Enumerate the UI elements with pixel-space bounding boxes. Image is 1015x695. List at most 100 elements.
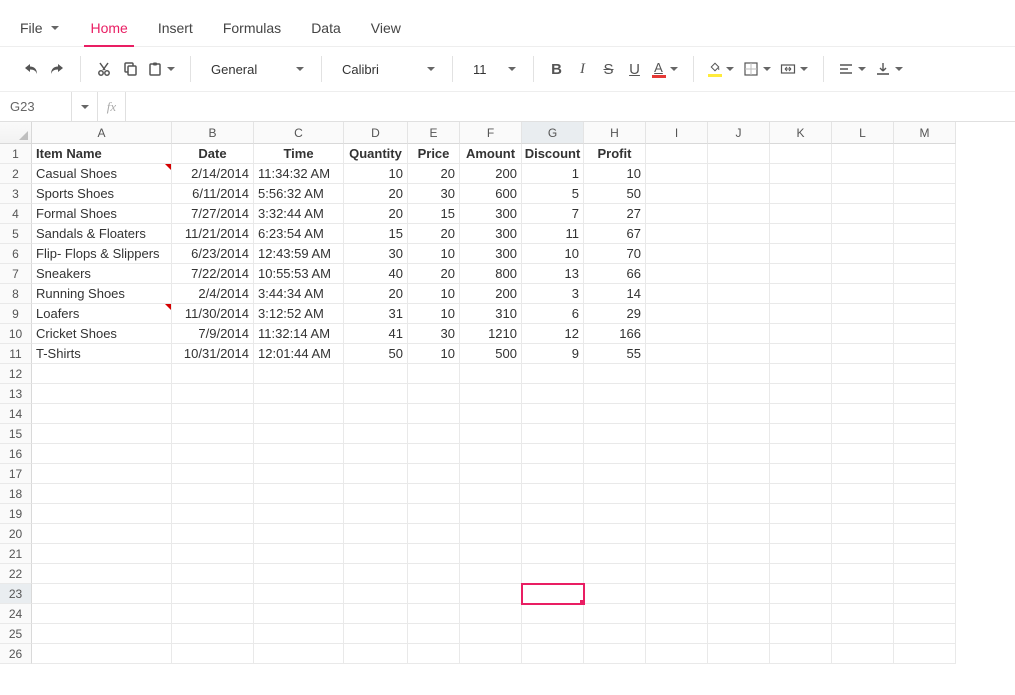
cell[interactable] bbox=[254, 404, 344, 424]
cell[interactable] bbox=[832, 444, 894, 464]
cell[interactable] bbox=[832, 524, 894, 544]
cell[interactable]: 10 bbox=[408, 244, 460, 264]
cell[interactable] bbox=[408, 564, 460, 584]
menu-insert[interactable]: Insert bbox=[156, 14, 195, 46]
cell[interactable] bbox=[894, 604, 956, 624]
cell[interactable] bbox=[894, 264, 956, 284]
cell[interactable] bbox=[646, 264, 708, 284]
cell[interactable] bbox=[770, 284, 832, 304]
cell[interactable] bbox=[408, 444, 460, 464]
cell[interactable] bbox=[770, 304, 832, 324]
number-format-select[interactable]: General bbox=[201, 55, 311, 83]
formula-input[interactable] bbox=[126, 92, 1015, 121]
cell[interactable]: Sports Shoes bbox=[32, 184, 172, 204]
cell[interactable] bbox=[832, 264, 894, 284]
cell[interactable] bbox=[646, 184, 708, 204]
cell[interactable] bbox=[460, 404, 522, 424]
cell[interactable] bbox=[584, 444, 646, 464]
cell[interactable] bbox=[172, 644, 254, 664]
cell[interactable] bbox=[584, 464, 646, 484]
h-align-button[interactable] bbox=[834, 55, 871, 83]
cell[interactable] bbox=[254, 424, 344, 444]
cell[interactable] bbox=[254, 564, 344, 584]
row-header-7[interactable]: 7 bbox=[0, 264, 32, 284]
cell[interactable] bbox=[460, 444, 522, 464]
row-header-9[interactable]: 9 bbox=[0, 304, 32, 324]
cell[interactable] bbox=[344, 524, 408, 544]
cell[interactable] bbox=[646, 444, 708, 464]
cell[interactable] bbox=[646, 384, 708, 404]
cell[interactable] bbox=[254, 504, 344, 524]
select-all-corner[interactable] bbox=[0, 122, 32, 144]
cell[interactable] bbox=[408, 404, 460, 424]
cell[interactable] bbox=[646, 604, 708, 624]
cell[interactable] bbox=[770, 264, 832, 284]
cell[interactable] bbox=[708, 464, 770, 484]
cell[interactable]: 12:01:44 AM bbox=[254, 344, 344, 364]
menu-view[interactable]: View bbox=[369, 14, 403, 46]
paste-button[interactable] bbox=[143, 55, 180, 83]
cell[interactable]: 20 bbox=[344, 284, 408, 304]
cell[interactable] bbox=[344, 644, 408, 664]
row-header-3[interactable]: 3 bbox=[0, 184, 32, 204]
cell[interactable] bbox=[32, 564, 172, 584]
font-color-button[interactable]: A bbox=[648, 55, 683, 83]
cell[interactable] bbox=[344, 364, 408, 384]
cell[interactable]: Item Name bbox=[32, 144, 172, 164]
cell[interactable] bbox=[460, 584, 522, 604]
menu-data[interactable]: Data bbox=[309, 14, 343, 46]
row-header-23[interactable]: 23 bbox=[0, 584, 32, 604]
row-header-22[interactable]: 22 bbox=[0, 564, 32, 584]
cell[interactable] bbox=[708, 344, 770, 364]
row-header-5[interactable]: 5 bbox=[0, 224, 32, 244]
cell[interactable] bbox=[894, 564, 956, 584]
cell[interactable] bbox=[32, 584, 172, 604]
cell[interactable] bbox=[522, 604, 584, 624]
cell[interactable] bbox=[172, 584, 254, 604]
cell[interactable] bbox=[832, 404, 894, 424]
cell[interactable] bbox=[460, 644, 522, 664]
cell[interactable]: Profit bbox=[584, 144, 646, 164]
cell[interactable]: 9 bbox=[522, 344, 584, 364]
cell[interactable] bbox=[460, 604, 522, 624]
cell[interactable]: 27 bbox=[584, 204, 646, 224]
cell[interactable] bbox=[344, 584, 408, 604]
row-header-14[interactable]: 14 bbox=[0, 404, 32, 424]
column-header-I[interactable]: I bbox=[646, 122, 708, 144]
cell[interactable] bbox=[708, 484, 770, 504]
cell[interactable] bbox=[460, 624, 522, 644]
cell[interactable] bbox=[832, 344, 894, 364]
cell[interactable] bbox=[708, 324, 770, 344]
cell[interactable] bbox=[522, 584, 584, 604]
cell[interactable]: 11:34:32 AM bbox=[254, 164, 344, 184]
cell[interactable] bbox=[708, 404, 770, 424]
cell[interactable] bbox=[344, 464, 408, 484]
cell[interactable]: 30 bbox=[344, 244, 408, 264]
cell[interactable]: 31 bbox=[344, 304, 408, 324]
cell[interactable] bbox=[770, 604, 832, 624]
cell[interactable] bbox=[708, 164, 770, 184]
cell[interactable] bbox=[770, 164, 832, 184]
cell[interactable]: 66 bbox=[584, 264, 646, 284]
row-header-15[interactable]: 15 bbox=[0, 424, 32, 444]
cell[interactable] bbox=[522, 624, 584, 644]
cell[interactable] bbox=[894, 504, 956, 524]
cell[interactable] bbox=[254, 364, 344, 384]
cell[interactable] bbox=[460, 544, 522, 564]
column-header-M[interactable]: M bbox=[894, 122, 956, 144]
cell[interactable] bbox=[172, 524, 254, 544]
cell[interactable]: Price bbox=[408, 144, 460, 164]
cell[interactable]: 13 bbox=[522, 264, 584, 284]
cell[interactable]: 14 bbox=[584, 284, 646, 304]
cell[interactable] bbox=[344, 624, 408, 644]
cell[interactable] bbox=[522, 544, 584, 564]
cell[interactable] bbox=[646, 224, 708, 244]
font-size-select[interactable]: 11 bbox=[463, 55, 523, 83]
cell[interactable]: 310 bbox=[460, 304, 522, 324]
cell[interactable] bbox=[584, 524, 646, 544]
strikethrough-button[interactable]: S bbox=[596, 55, 622, 83]
row-header-20[interactable]: 20 bbox=[0, 524, 32, 544]
cell[interactable] bbox=[584, 364, 646, 384]
cell[interactable] bbox=[344, 384, 408, 404]
cell[interactable] bbox=[832, 144, 894, 164]
